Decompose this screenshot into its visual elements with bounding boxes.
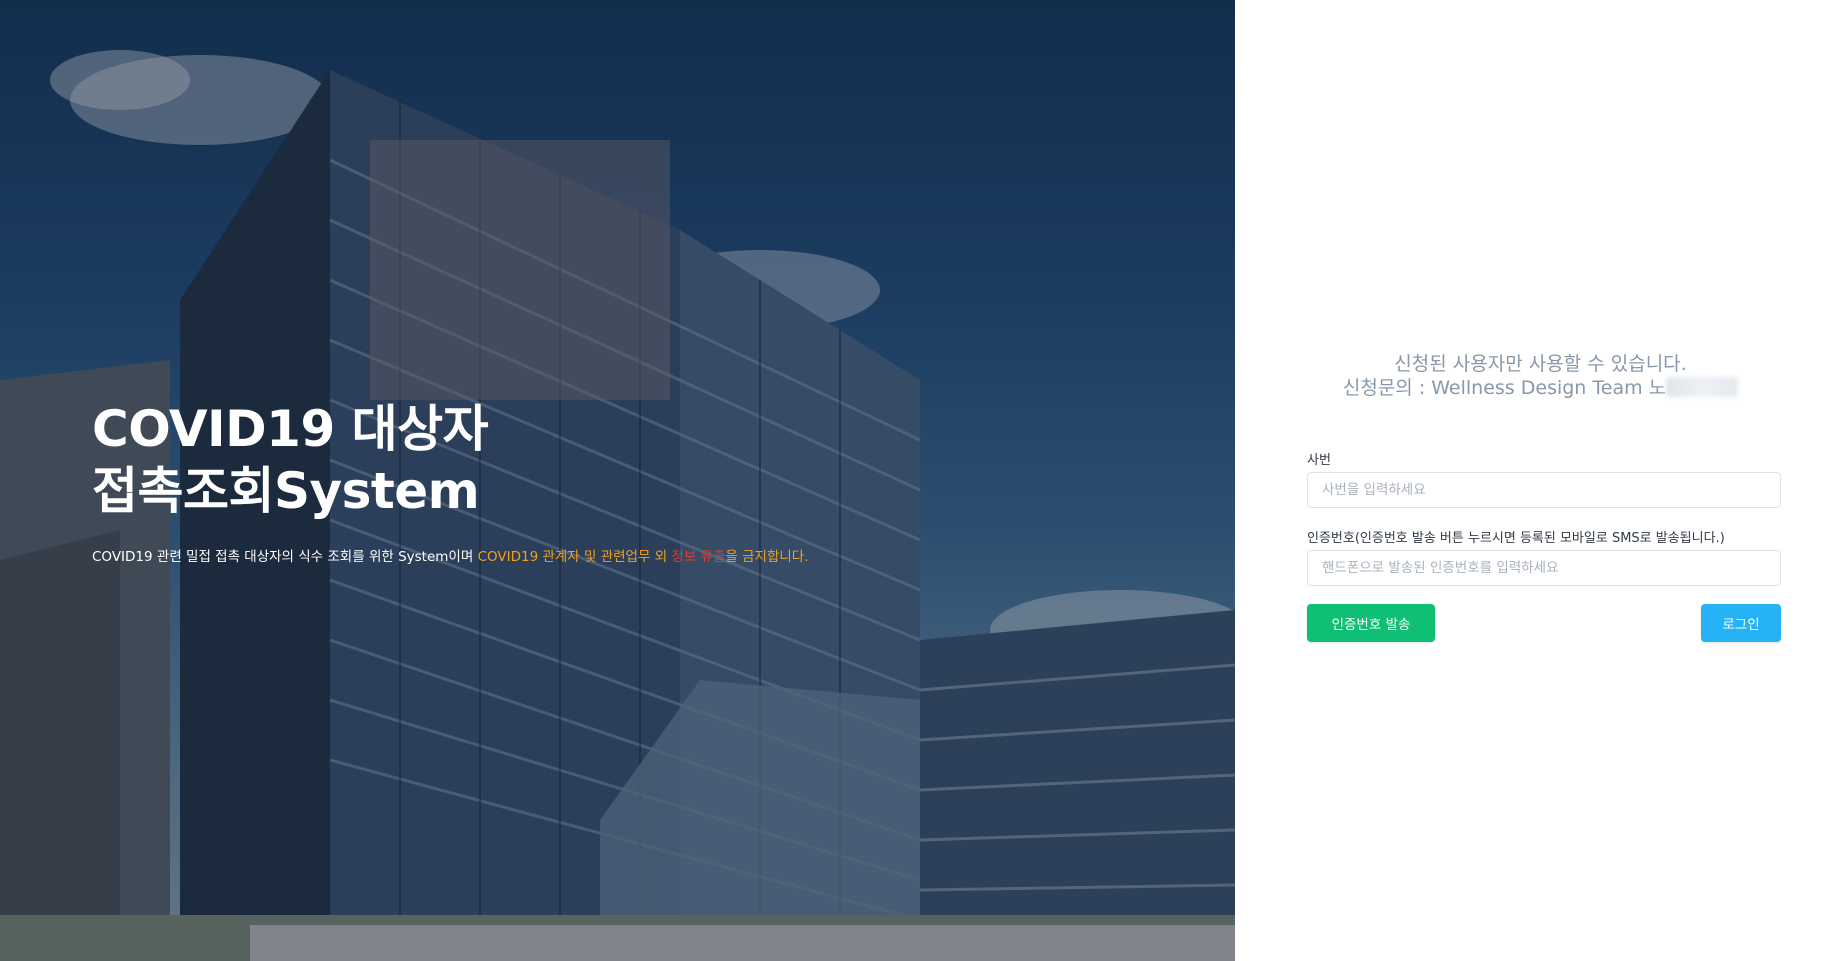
hero-panel: COVID19 대상자 접촉조회System COVID19 관련 밀접 접촉 … bbox=[0, 0, 1235, 961]
access-notice: 신청된 사용자만 사용할 수 있습니다. 신청문의 : Wellness Des… bbox=[1235, 352, 1846, 400]
inquiry-contact: 신청문의 : Wellness Design Team 노 bbox=[1342, 377, 1667, 399]
employee-id-input[interactable] bbox=[1307, 472, 1781, 508]
hero-description: COVID19 관련 밀접 접촉 대상자의 식수 조회를 위한 System이며… bbox=[92, 545, 1192, 565]
login-page: COVID19 대상자 접촉조회System COVID19 관련 밀접 접촉 … bbox=[0, 0, 1846, 961]
login-panel: 신청된 사용자만 사용할 수 있습니다. 신청문의 : Wellness Des… bbox=[1235, 0, 1846, 961]
send-auth-code-button[interactable]: 인증번호 발송 bbox=[1307, 604, 1435, 642]
login-button[interactable]: 로그인 bbox=[1701, 604, 1781, 642]
auth-code-input[interactable] bbox=[1307, 550, 1781, 586]
employee-id-label: 사번 bbox=[1307, 453, 1331, 468]
redacted-name bbox=[1666, 377, 1739, 397]
hero-title: COVID19 대상자 접촉조회System bbox=[92, 398, 792, 522]
hero-desc-leak-warning: 정보 유출 bbox=[671, 549, 726, 565]
access-notice-line2: 신청문의 : Wellness Design Team 노 bbox=[1235, 376, 1846, 400]
hero-desc-plain: COVID19 관련 밀접 접촉 대상자의 식수 조회를 위한 System이며 bbox=[92, 549, 478, 565]
access-notice-line1: 신청된 사용자만 사용할 수 있습니다. bbox=[1394, 353, 1687, 375]
hero-desc-warning: COVID19 관계자 및 관련업무 외 bbox=[477, 549, 672, 565]
hero-title-line2: 접촉조회System bbox=[92, 462, 480, 520]
hero-title-line1: COVID19 대상자 bbox=[92, 400, 489, 458]
auth-code-label: 인증번호(인증번호 발송 버튼 누르시면 등록된 모바일로 SMS로 발송됩니다… bbox=[1307, 531, 1725, 546]
hero-desc-prohibited: 을 금지합니다. bbox=[725, 549, 809, 565]
